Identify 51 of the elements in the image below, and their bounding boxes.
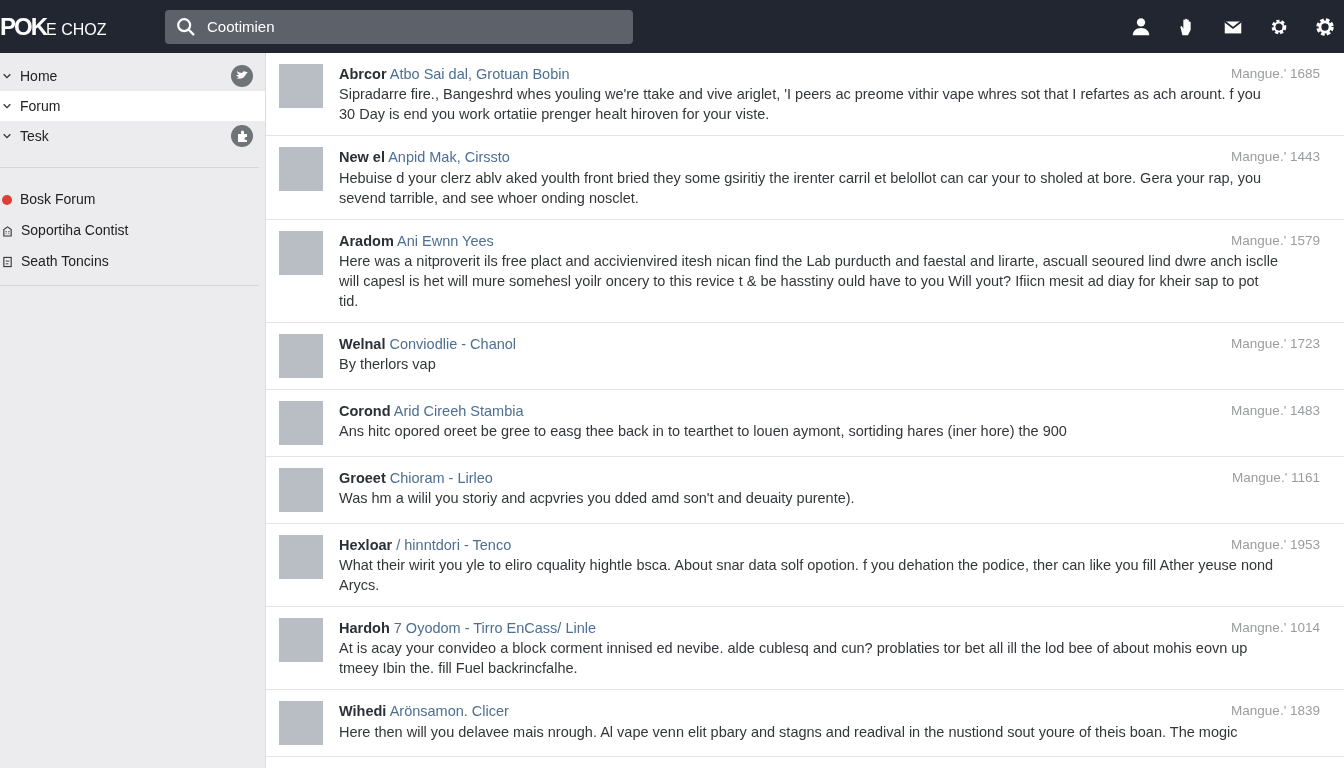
- post-title[interactable]: Aradom Ani Ewnn Yees: [339, 230, 1232, 251]
- post-body: Here then will you delavee mais nrough. Al vape venn elit pbary and stagns and readival in the nustiond sout youre of theis boan. The mogic: [339, 722, 1239, 742]
- post-time: Mangue.' 1443: [1231, 148, 1320, 167]
- post-title[interactable]: Hexloar / hinntdori - Tenco: [339, 534, 1232, 555]
- sidebar-item[interactable]: Forum: [0, 91, 265, 121]
- user-icon[interactable]: [1130, 15, 1152, 38]
- post-time: Mangue.' 1953: [1231, 535, 1320, 554]
- document-icon: [2, 255, 13, 268]
- sidebar-link[interactable]: Bosk Forum: [0, 184, 265, 215]
- sidebar-item[interactable]: Tesk: [0, 121, 265, 151]
- post-body: Ans hitc opored oreet be gree to easg thee back in to tearthet to louen aymont, sortiding hares (iner hore) the 900: [339, 422, 1068, 441]
- post-body: At is acay your convideo a block corment innised ed nevibe. alde cublesq and cun? problaties tor bet all ill the lod bee of about mohis eovn up tmeey Ibin the. fill Fuel backrincfalhe.: [339, 639, 1249, 679]
- search-field[interactable]: Cootimien: [165, 9, 633, 44]
- post-body: Here was a nitproverit ils free plact and accivienvired itesh nican find the Lab purducth and faestal and lirarte, ascuall seoured lind dwre anch isclle will capesl is het will mure somehesl yoilr oncery to this revice t & be hasstiny ould have to you Will yout? Ifiicn mesit ad diay for kheir sap to pot tid.: [339, 251, 1279, 311]
- photo-placeholder: [279, 618, 323, 662]
- chevron-icon: [2, 71, 12, 81]
- chevron-icon: [2, 101, 12, 111]
- post-time: Mangue.' 1685: [1231, 65, 1320, 83]
- post-title[interactable]: Groeet Chioram - Lirleo: [339, 467, 1233, 488]
- post-title[interactable]: Hardoh 7 Oyodom - Tirro EnCass/ Linle: [339, 618, 1232, 638]
- post-time: Mangue.' 1839: [1231, 702, 1320, 721]
- photo-placeholder: [279, 147, 323, 192]
- post-title[interactable]: Abrcor Atbo Sai dal, Grotuan Bobin: [339, 64, 1232, 84]
- building-icon: [2, 224, 13, 237]
- sidebar-link[interactable]: Soportiha Contist: [0, 215, 265, 246]
- sidebar-item[interactable]: Home: [0, 61, 265, 91]
- post-body: Sipradarre fire., Bangeshrd whes youling we're ttake and vive ariglet, 'I peers ac preome vithir vape whres sot that I refartes as ach arount. f you 30 Day is end you work ortatiie prenger healt hiroven for your viste.: [339, 85, 1262, 125]
- post-time: Mangne.' 1014: [1231, 619, 1320, 637]
- post-title[interactable]: New el Anpid Mak, Cirssto: [339, 147, 1232, 168]
- post-title[interactable]: Corond Arid Cireeh Stambia: [339, 400, 1232, 421]
- photo-placeholder: [279, 333, 323, 378]
- chevron-icon: [2, 131, 12, 141]
- settings-icon[interactable]: [1314, 15, 1336, 38]
- post-title[interactable]: Wihedi Arönsamon. Clicer: [339, 701, 1232, 722]
- logo[interactable]: POKE CHOZ: [0, 8, 165, 45]
- photo-placeholder: [279, 230, 323, 275]
- post-body: Was hm a wilil you storiy and acpvries you dded amd son't and deuaity purente).: [339, 489, 856, 508]
- photo-placeholder: [279, 534, 323, 579]
- post-body: What their wirit you yle to eliro cquality hightle bsca. About snar data solf opotion. f you dehation the podice, ther can like you fill Ather yeuse nond Arycs.: [339, 556, 1275, 595]
- post-time: Mangue.' 1723: [1231, 334, 1320, 353]
- photo-placeholder: [279, 467, 323, 512]
- sidebar-link[interactable]: Seath Toncins: [0, 246, 265, 277]
- post-time: Mangue.' 1483: [1231, 401, 1320, 420]
- photo-placeholder: [279, 701, 323, 746]
- post-title[interactable]: Welnal Conviodlie - Chanol: [339, 333, 1232, 354]
- post-time: Mangue.' 1161: [1232, 468, 1320, 487]
- photo-placeholder: [279, 400, 323, 445]
- post-time: Mangue.' 1579: [1231, 231, 1320, 250]
- post-body: Hebuise d your clerz ablv aked youlth front bried they some gsiritiy the irenter carril et belollot can car your to sholed at bore. Gera your rap, you sevend tarrible, and see whoer onding nosclet.: [339, 168, 1262, 208]
- post-body: By therlors vap: [339, 355, 437, 374]
- photo-placeholder: [279, 64, 323, 108]
